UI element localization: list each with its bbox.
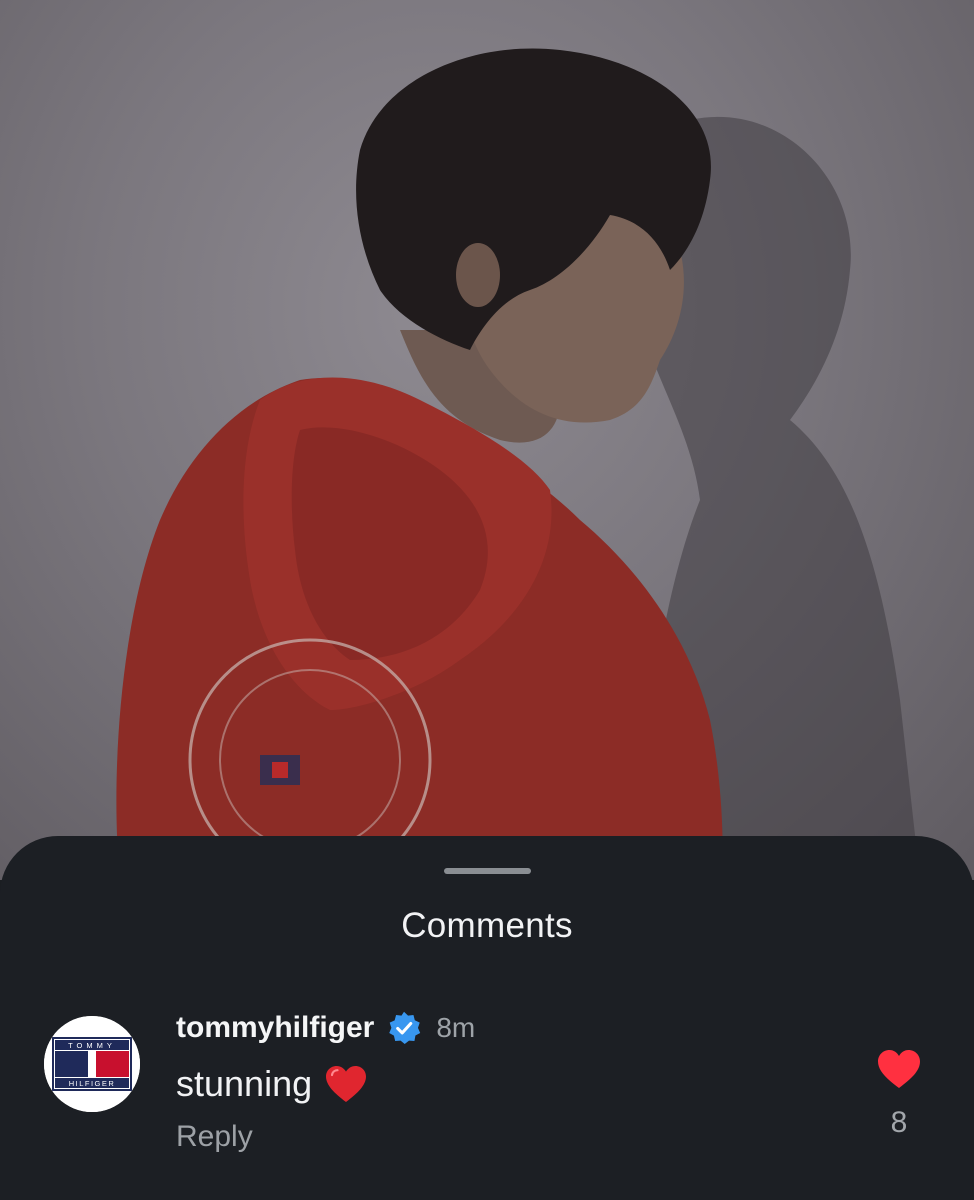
avatar-logo-top-text: TOMMY <box>68 1041 116 1050</box>
sheet-title: Comments <box>401 906 573 945</box>
comments-sheet: Comments TOMMY HILFIGER tommyhilfiger 8m… <box>0 836 974 1200</box>
sheet-drag-handle[interactable] <box>444 868 531 874</box>
post-photo <box>0 0 974 880</box>
heart-icon[interactable] <box>876 1048 922 1090</box>
comment-username[interactable]: tommyhilfiger <box>176 1011 374 1045</box>
reply-button[interactable]: Reply <box>176 1120 253 1154</box>
avatar[interactable]: TOMMY HILFIGER <box>44 1016 140 1112</box>
comment-timestamp: 8m <box>436 1012 476 1043</box>
red-heart-emoji-icon <box>326 1066 367 1102</box>
comment-text: stunning <box>176 1063 313 1104</box>
comment-item: TOMMY HILFIGER tommyhilfiger 8m stunning <box>0 1008 974 1168</box>
post-photo-illustration <box>116 48 920 880</box>
comment-header: tommyhilfiger 8m <box>176 1008 475 1048</box>
avatar-logo-bottom-text: HILFIGER <box>69 1079 116 1088</box>
like-count: 8 <box>890 1106 908 1139</box>
tommy-hilfiger-logo-icon: TOMMY HILFIGER <box>44 1016 140 1112</box>
comment-body: stunning <box>176 1062 368 1106</box>
verified-badge-icon <box>389 1011 421 1045</box>
screen: Comments TOMMY HILFIGER tommyhilfiger 8m… <box>0 0 974 1200</box>
